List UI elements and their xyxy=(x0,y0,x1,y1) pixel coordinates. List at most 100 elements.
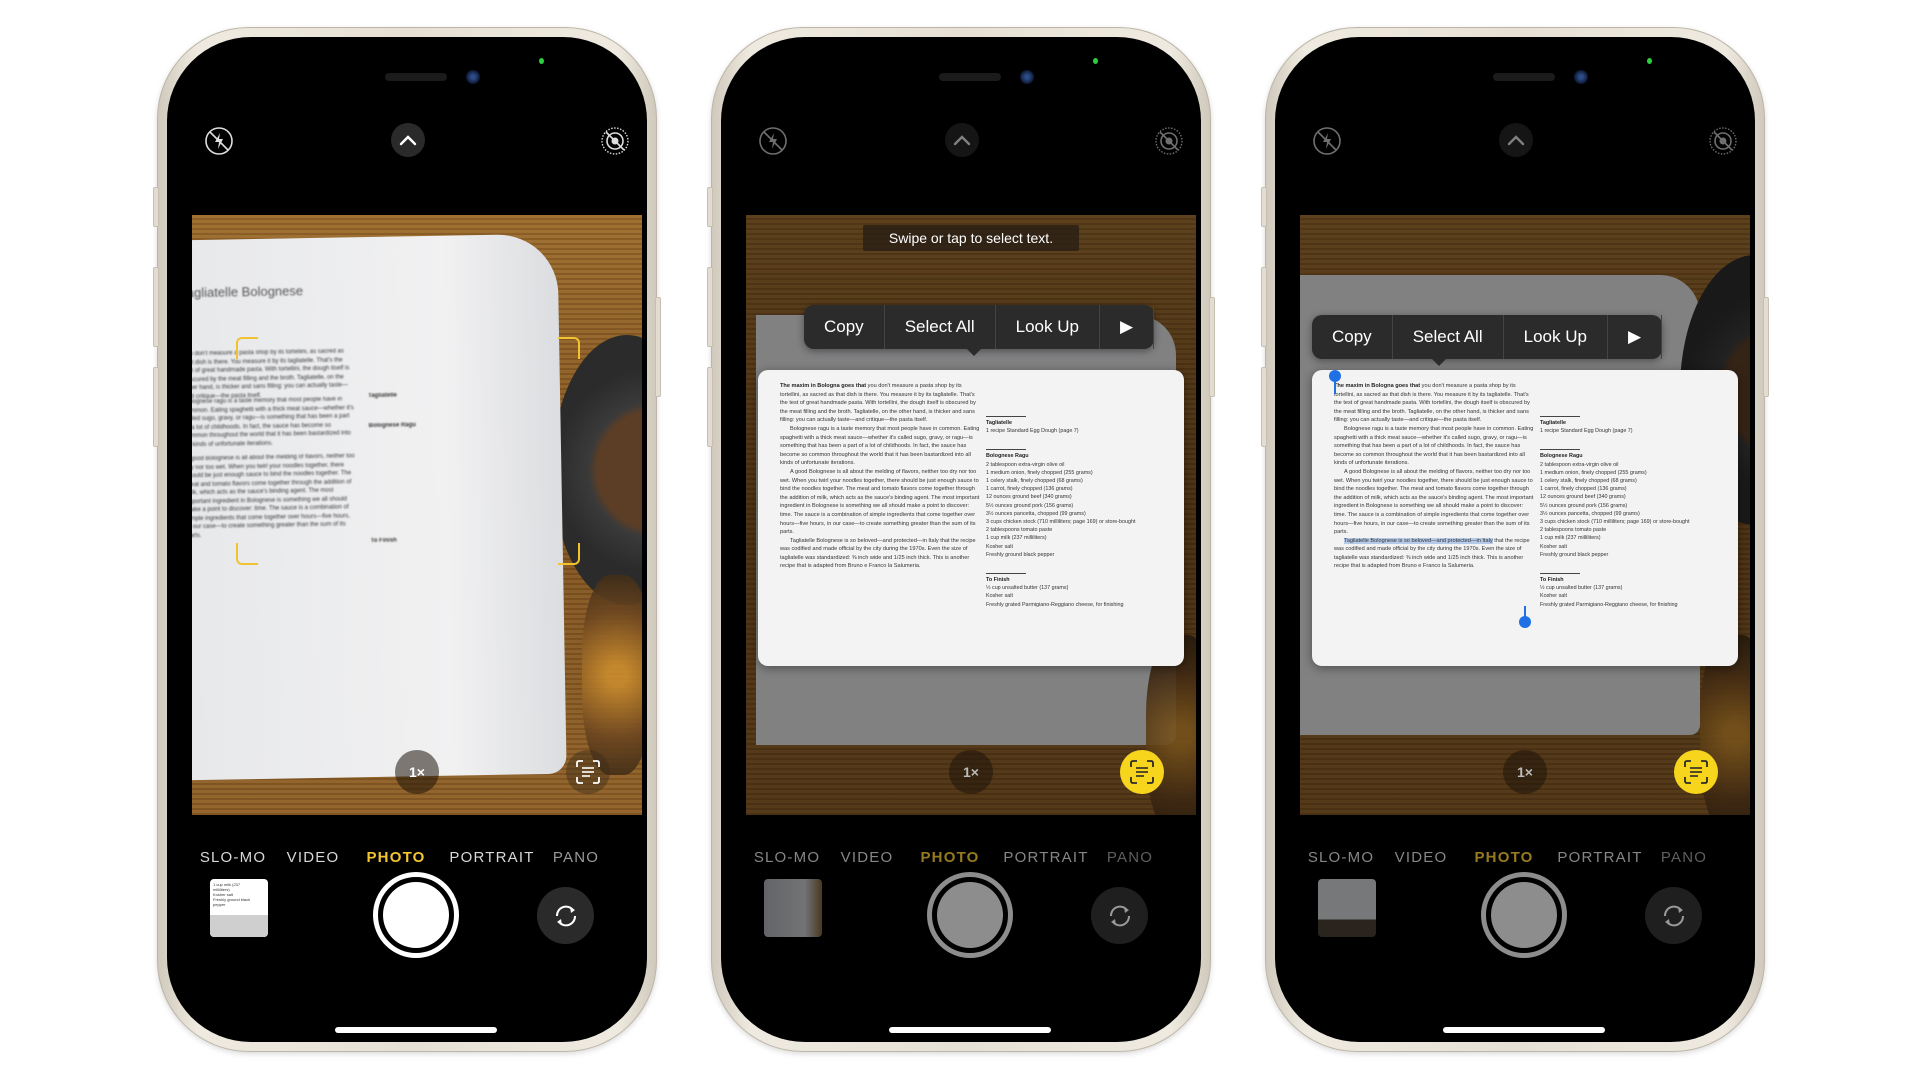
ingredient: 1 celery stalk, finely chopped (68 grams… xyxy=(986,478,1083,485)
mode-pano[interactable]: PANO xyxy=(1107,849,1153,866)
live-text-icon xyxy=(1130,760,1154,784)
section-title: To Finish xyxy=(1540,577,1564,584)
focus-bracket-tl xyxy=(236,337,258,359)
recipe-lead: The maxim in Bologna goes that xyxy=(780,383,867,389)
home-indicator[interactable] xyxy=(1443,1027,1605,1033)
mode-photo[interactable]: PHOTO xyxy=(1474,849,1533,866)
last-photo-thumbnail[interactable] xyxy=(1318,879,1376,937)
ingredient: 3½ ounces pancetta, chopped (99 grams) xyxy=(986,510,1086,517)
chevron-up-icon[interactable] xyxy=(391,123,425,157)
mode-slo-mo[interactable]: SLO-MO xyxy=(754,849,820,866)
volume-up-button xyxy=(1261,267,1267,347)
live-text-button-active[interactable] xyxy=(1120,750,1164,794)
mode-slo-mo[interactable]: SLO-MO xyxy=(200,849,266,866)
phone-scanning: Tagliatelle Bolognese you don't measure … xyxy=(153,27,661,1052)
front-camera xyxy=(1020,70,1034,84)
ingredient: Kosher salt xyxy=(1540,593,1567,600)
mode-portrait[interactable]: PORTRAIT xyxy=(1003,849,1088,866)
camera-screen: The maxim in Bologna goes that you don't… xyxy=(1275,37,1755,1042)
ingredient: Freshly grated Parmigiano-Reggiano chees… xyxy=(1540,601,1678,608)
look-up-button[interactable]: Look Up xyxy=(996,305,1100,349)
recipe-lead: The maxim in Bologna goes that xyxy=(1334,383,1421,389)
camera-in-use-indicator xyxy=(1093,58,1098,64)
section-title: To Finish xyxy=(986,577,1010,584)
mode-slo-mo[interactable]: SLO-MO xyxy=(1308,849,1374,866)
shutter-button[interactable] xyxy=(927,872,1013,958)
select-all-button[interactable]: Select All xyxy=(885,305,996,349)
volume-down-button xyxy=(1261,367,1267,447)
mode-video[interactable]: VIDEO xyxy=(287,849,340,866)
front-camera xyxy=(1574,70,1588,84)
ingredients-column[interactable]: Tagliatelle 1 recipe Standard Egg Dough … xyxy=(1540,412,1730,609)
recipe-paragraph: Bolognese ragu is a taste memory that mo… xyxy=(780,425,980,467)
live-text-card[interactable]: The maxim in Bologna goes that you don't… xyxy=(1312,370,1738,666)
recipe-paragraph-selected: Tagliatelle Bolognese is so beloved—and … xyxy=(1344,537,1493,544)
chevron-up-icon[interactable] xyxy=(1499,123,1533,157)
flash-off-icon[interactable] xyxy=(1311,125,1343,157)
blurred-paragraphs-3: A good Bolognese is all about the meldin… xyxy=(192,453,355,539)
power-button xyxy=(655,297,661,397)
selection-start-handle[interactable] xyxy=(1329,370,1341,394)
live-photo-off-icon[interactable] xyxy=(599,125,631,157)
earpiece xyxy=(1493,73,1555,81)
ingredient: Freshly ground black pepper xyxy=(986,551,1055,558)
camera-flip-button[interactable] xyxy=(1645,887,1702,944)
select-all-button[interactable]: Select All xyxy=(1393,315,1504,359)
mode-portrait[interactable]: PORTRAIT xyxy=(1557,849,1642,866)
last-photo-thumbnail[interactable]: 1 cup milk (237 milliliters) Kosher salt… xyxy=(210,879,268,937)
blurred-ingredients-1: Tagliatelle xyxy=(368,392,398,400)
live-text-card[interactable]: The maxim in Bologna goes that you don't… xyxy=(758,370,1184,666)
mode-selector: SLO-MO VIDEO PHOTO PORTRAIT PANO xyxy=(721,849,1201,871)
recipe-intro-column[interactable]: The maxim in Bologna goes that you don't… xyxy=(1334,382,1534,571)
mode-portrait[interactable]: PORTRAIT xyxy=(449,849,534,866)
camera-in-use-indicator xyxy=(1647,58,1652,64)
recipe-intro-column[interactable]: The maxim in Bologna goes that you don't… xyxy=(780,382,980,571)
selection-end-handle[interactable] xyxy=(1519,606,1531,628)
flash-off-icon[interactable] xyxy=(203,125,235,157)
shutter-button[interactable] xyxy=(1481,872,1567,958)
ingredient: ½ cup unsalted butter (137 grams) xyxy=(986,585,1069,592)
flash-off-icon[interactable] xyxy=(757,125,789,157)
more-arrow-icon[interactable]: ▶ xyxy=(1608,315,1663,359)
mode-video[interactable]: VIDEO xyxy=(841,849,894,866)
zoom-1x-button[interactable]: 1× xyxy=(395,750,439,794)
live-photo-off-icon[interactable] xyxy=(1707,125,1739,157)
live-text-button-active[interactable] xyxy=(1674,750,1718,794)
ingredient: Kosher salt xyxy=(986,593,1013,600)
ingredients-column[interactable]: Tagliatelle 1 recipe Standard Egg Dough … xyxy=(986,412,1176,609)
mode-photo[interactable]: PHOTO xyxy=(920,849,979,866)
mode-photo[interactable]: PHOTO xyxy=(366,849,425,866)
copy-button[interactable]: Copy xyxy=(1312,315,1393,359)
home-indicator[interactable] xyxy=(889,1027,1051,1033)
thumb-line: pepper xyxy=(213,902,226,907)
shutter-button[interactable] xyxy=(373,872,459,958)
camera-flip-button[interactable] xyxy=(1091,887,1148,944)
home-indicator[interactable] xyxy=(335,1027,497,1033)
cookbook-page: Tagliatelle Bolognese you don't measure … xyxy=(192,233,567,781)
live-photo-off-icon[interactable] xyxy=(1153,125,1185,157)
last-photo-thumbnail[interactable] xyxy=(764,879,822,937)
ingredient: 1 cup milk (237 milliliters) xyxy=(986,535,1047,542)
zoom-1x-button[interactable]: 1× xyxy=(949,750,993,794)
camera-flip-icon xyxy=(1109,905,1130,926)
copy-button[interactable]: Copy xyxy=(804,305,885,349)
viewfinder[interactable]: The maxim in Bologna goes that you don't… xyxy=(1300,215,1750,815)
ingredient: 2 tablespoon extra-virgin olive oil xyxy=(986,461,1065,468)
zoom-1x-button[interactable]: 1× xyxy=(1503,750,1547,794)
viewfinder[interactable]: Tagliatelle Bolognese you don't measure … xyxy=(192,215,642,815)
chevron-up-icon[interactable] xyxy=(945,123,979,157)
look-up-button[interactable]: Look Up xyxy=(1504,315,1608,359)
focus-bracket-tr xyxy=(558,337,580,359)
camera-flip-button[interactable] xyxy=(537,887,594,944)
live-text-button[interactable] xyxy=(566,750,610,794)
select-text-hint: Swipe or tap to select text. xyxy=(863,225,1079,251)
ingredient: 2 tablespoons tomato paste xyxy=(1540,527,1607,534)
recipe-paragraph: A good Bolognese is all about the meldin… xyxy=(780,468,980,536)
selected-text[interactable]: The maxim in Bologna goes that you don't… xyxy=(1334,382,1534,537)
mode-video[interactable]: VIDEO xyxy=(1395,849,1448,866)
volume-down-button xyxy=(153,367,159,447)
viewfinder[interactable]: Swipe or tap to select text. The maxim i… xyxy=(746,215,1196,815)
mode-pano[interactable]: PANO xyxy=(1661,849,1707,866)
mode-pano[interactable]: PANO xyxy=(553,849,599,866)
more-arrow-icon[interactable]: ▶ xyxy=(1100,305,1155,349)
